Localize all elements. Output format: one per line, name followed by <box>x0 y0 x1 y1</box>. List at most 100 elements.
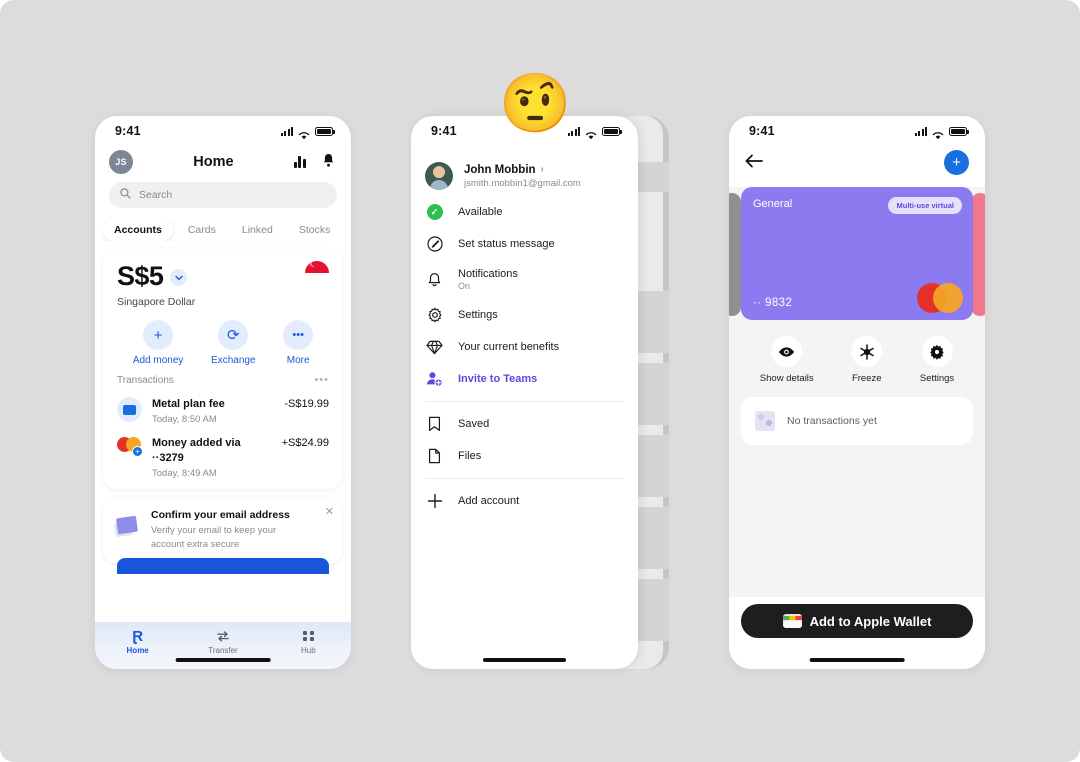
card-settings-label: Settings <box>919 373 955 384</box>
profile-name-row: John Mobbin › <box>464 164 581 176</box>
nav-home[interactable]: Ɽ Home <box>108 629 168 656</box>
bar-chart-icon[interactable] <box>293 156 306 168</box>
gear-icon <box>921 336 953 367</box>
menu-panel: 9:41 John Mobbin › jsmith.mobbin1@gmail.… <box>411 116 638 669</box>
card-type-badge: Multi-use virtual <box>888 197 962 214</box>
menu-item-invite-to-teams[interactable]: Invite to Teams <box>411 363 638 395</box>
battery-icon <box>949 126 969 136</box>
menu-item-label: Notifications <box>458 268 518 280</box>
transaction-row[interactable]: Metal plan fee Today, 8:50 AM -S$19.99 <box>117 397 329 425</box>
nav-home-label: Home <box>126 646 149 655</box>
tab-bar: Accounts Cards Linked Stocks Vaul <box>103 219 343 241</box>
sticker-icon <box>755 411 775 431</box>
search-placeholder: Search <box>139 189 173 201</box>
close-icon[interactable]: ✕ <box>325 505 334 518</box>
tab-stocks[interactable]: Stocks <box>288 219 342 241</box>
cellular-signal-icon <box>914 126 927 136</box>
menu-item-add-account[interactable]: Add account <box>411 485 638 517</box>
empty-transactions-text: No transactions yet <box>787 415 877 427</box>
freeze-label: Freeze <box>851 373 882 384</box>
status-time: 9:41 <box>115 124 141 138</box>
transaction-time: Today, 8:49 AM <box>152 467 217 479</box>
bookmark-icon <box>425 416 444 432</box>
add-to-apple-wallet-label: Add to Apple Wallet <box>809 613 932 629</box>
profile-row[interactable]: John Mobbin › jsmith.mobbin1@gmail.com <box>411 146 638 196</box>
wifi-icon <box>298 127 310 139</box>
menu-item-files[interactable]: Files <box>411 440 638 472</box>
avatar[interactable]: JS <box>109 150 133 174</box>
menu-item-label: Files <box>458 450 482 462</box>
card-previous-peek[interactable] <box>729 193 741 316</box>
back-arrow-icon[interactable] <box>745 153 763 173</box>
card-header: + <box>729 146 985 187</box>
card-icon <box>117 397 142 422</box>
currency-label: Singapore Dollar <box>117 296 196 308</box>
menu-item-saved[interactable]: Saved <box>411 408 638 440</box>
transaction-amount: -S$19.99 <box>284 398 329 410</box>
status-bar: 9:41 <box>729 116 985 146</box>
check-circle-icon: ✓ <box>425 204 444 220</box>
card-settings-button[interactable]: Settings <box>920 336 954 384</box>
menu-item-label: Add account <box>458 495 520 507</box>
menu-item-available[interactable]: ✓ Available <box>411 196 638 228</box>
nav-transfer[interactable]: Transfer <box>193 629 253 655</box>
transaction-row[interactable]: + Money added via ··3279 Today, 8:49 AM … <box>117 436 329 479</box>
more-icon: ••• <box>283 320 314 350</box>
chevron-right-icon: › <box>540 164 544 175</box>
header-actions <box>293 153 337 172</box>
tab-cards[interactable]: Cards <box>177 219 227 241</box>
menu-item-label: Your current benefits <box>458 341 560 353</box>
profile-name: John Mobbin <box>464 163 536 176</box>
divider <box>425 478 624 479</box>
divider <box>425 401 624 402</box>
status-icons <box>914 126 969 139</box>
singapore-flag-icon <box>305 261 329 285</box>
home-indicator <box>809 658 905 662</box>
diamond-icon <box>425 340 444 355</box>
exchange-button[interactable]: ⟳ Exchange <box>211 320 256 366</box>
card-next-peek[interactable] <box>971 193 985 316</box>
transactions-more-icon[interactable]: ••• <box>314 374 329 386</box>
transaction-amount: +S$24.99 <box>281 436 329 449</box>
promo-action-button[interactable] <box>117 558 329 575</box>
card-general[interactable]: General Multi-use virtual ·· 9832 <box>741 187 973 320</box>
nav-hub[interactable]: Hub <box>278 629 338 655</box>
menu-item-label: Saved <box>458 418 490 430</box>
nav-transfer-label: Transfer <box>208 646 238 655</box>
tab-accounts[interactable]: Accounts <box>103 219 173 241</box>
tab-linked[interactable]: Linked <box>231 219 284 241</box>
profile-photo-avatar[interactable] <box>425 162 453 190</box>
card-carousel[interactable]: General Multi-use virtual ·· 9832 <box>729 187 985 322</box>
wifi-icon <box>585 127 597 139</box>
account-card: S$5 Singapore Dollar + Add money ⟳ Excha… <box>103 249 343 489</box>
card-actions: Show details Freeze Settings <box>741 336 973 384</box>
search-input[interactable]: Search <box>109 182 337 208</box>
exchange-icon: ⟳ <box>218 320 249 350</box>
file-icon <box>425 448 444 464</box>
freeze-button[interactable]: Freeze <box>851 336 883 384</box>
menu-item-benefits[interactable]: Your current benefits <box>411 331 638 363</box>
menu-item-settings[interactable]: Settings <box>411 299 638 331</box>
thinking-face-emoji: 🤨 <box>499 71 572 136</box>
more-button[interactable]: ••• More <box>283 320 314 366</box>
nav-hub-label: Hub <box>300 646 316 655</box>
add-to-apple-wallet-button[interactable]: Add to Apple Wallet <box>741 604 973 638</box>
home-indicator <box>175 658 271 662</box>
plus-icon: + <box>143 320 174 350</box>
promo-subtitle: Verify your email to keep your account e… <box>151 524 277 550</box>
screenshot-canvas: 9:41 JS Home Search Accounts Cards Linke… <box>0 0 1080 762</box>
add-money-button[interactable]: + Add money <box>133 320 183 366</box>
phone-home-screen: 9:41 JS Home Search Accounts Cards Linke… <box>95 116 351 669</box>
show-details-button[interactable]: Show details <box>760 336 814 384</box>
menu-item-label: Set status message <box>458 238 555 250</box>
confirm-email-card[interactable]: Confirm your email address Verify your e… <box>103 497 343 575</box>
add-card-button[interactable]: + <box>944 150 969 175</box>
exchange-label: Exchange <box>211 355 256 366</box>
transactions-title: Transactions <box>117 374 174 386</box>
bell-icon[interactable] <box>322 153 335 172</box>
menu-item-notifications[interactable]: Notifications On <box>411 260 638 299</box>
battery-icon <box>602 126 622 136</box>
transaction-title: Metal plan fee <box>152 398 225 410</box>
menu-item-set-status[interactable]: Set status message <box>411 228 638 260</box>
chevron-down-icon[interactable] <box>170 269 188 286</box>
